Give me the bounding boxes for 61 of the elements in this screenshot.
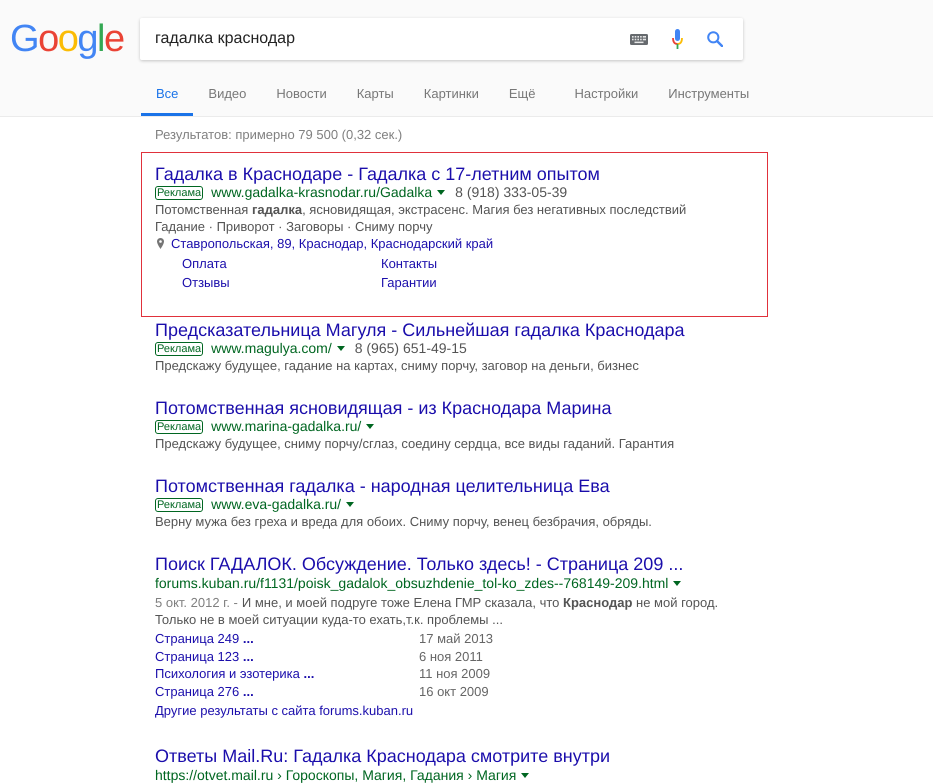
sitelink[interactable]: Отзывы <box>182 273 230 292</box>
ad-label: Реклама <box>155 498 204 512</box>
result-url: www.eva-gadalka.ru/ <box>211 496 342 513</box>
sublink-date: 11 ноя 2009 <box>419 665 490 682</box>
result-snippet: Только не в моей ситуации куда-то ехать,т.к. проблемы ... <box>155 612 503 627</box>
ad-label: Реклама <box>155 342 204 356</box>
tab[interactable]: Все <box>141 76 194 116</box>
sublink[interactable]: Страница 276 ... <box>155 682 254 700</box>
sublink[interactable]: Страница 249 ... <box>155 630 254 648</box>
result-url: www.gadalka-krasnodar.ru/Gadalka <box>211 184 432 201</box>
tab[interactable]: Карты <box>342 76 409 116</box>
logo[interactable]: Google <box>10 18 124 60</box>
result-title[interactable]: Гадалка в Краснодаре - Гадалка с 17-летним опытом <box>155 164 600 184</box>
caret-icon[interactable] <box>673 580 682 586</box>
caret-icon[interactable] <box>521 772 530 778</box>
sublink[interactable]: Страница 123 ... <box>155 648 254 665</box>
result-snippet: И мне, и моей подруге тоже Елена ГМР сказала, что Краснодар не мой город. <box>242 595 718 610</box>
more-results-link[interactable]: Другие результаты с сайта forums.kuban.ru <box>155 702 414 719</box>
menu-button[interactable]: Настройки <box>559 76 654 116</box>
result-snippet: Предскажу будущее, сниму порчу/сглаз, соедину сердца, все виды гаданий. Гарантия <box>155 436 674 451</box>
sublink-date: 16 окт 2009 <box>419 682 489 700</box>
caret-icon[interactable] <box>437 190 446 195</box>
result-snippet: Потомственная гадалка, ясновидящая, экстрасенс. Магия без негативных последствий <box>155 202 686 217</box>
sublink-date: 6 ноя 2011 <box>419 648 483 665</box>
tab[interactable]: Видео <box>193 76 262 116</box>
sitelink[interactable]: Гарантии <box>381 273 437 292</box>
result-snippet: Гадание · Приворот · Заговоры · Сниму порчу <box>155 219 432 234</box>
result-url: www.magulya.com/ <box>211 340 332 357</box>
ad-label: Реклама <box>155 186 204 200</box>
location-pin-icon <box>157 238 164 249</box>
tab[interactable]: Картинки <box>408 76 494 116</box>
result-stats: Результатов: примерно 79 500 (0,32 сек.) <box>155 127 402 143</box>
sitelink[interactable]: Контакты <box>381 254 438 273</box>
result-date: 5 окт. 2012 г. - <box>155 595 238 610</box>
phone-number: 8 (918) 333-05-39 <box>455 184 568 201</box>
sublink[interactable]: Психология и эзотерика ... <box>155 665 314 682</box>
result-title[interactable]: Потомственная гадалка - народная целительница Ева <box>155 476 610 496</box>
menu-button[interactable]: Инструменты <box>653 76 764 116</box>
result-url: https://otvet.mail.ru › Гороскопы, Магия, Гадания › Магия <box>155 766 516 784</box>
microphone-icon[interactable] <box>672 29 683 49</box>
result-snippet: Верну мужа без греха и вреда для обоих. Сниму порчу, венец безбрачия, обряды. <box>155 514 652 529</box>
result-url: forums.kuban.ru/f1131/poisk_gadalok_obsuzhdenie_tol-ko_zdes--768149-209.html <box>155 574 668 592</box>
sitelink[interactable]: Оплата <box>182 254 227 273</box>
result-url: www.marina-gadalka.ru/ <box>211 418 362 435</box>
address-link[interactable]: Ставропольская, 89, Краснодар, Краснодарский край <box>171 236 494 251</box>
result-title[interactable]: Поиск ГАДАЛОК. Обсуждение. Только здесь! - Страница 209 ... <box>155 554 684 574</box>
tab[interactable]: Новости <box>261 76 342 116</box>
result-snippet: Предскажу будущее, гадание на картах, сниму порчу, заговор на деньги, бизнес <box>155 358 639 373</box>
search-icon[interactable] <box>707 31 723 47</box>
caret-icon[interactable] <box>346 502 354 507</box>
result-title[interactable]: Потомственная ясновидящая - из Краснодара Марина <box>155 398 612 418</box>
search-field[interactable]: гадалка краснодар <box>140 18 743 60</box>
ad-label: Реклама <box>155 420 204 434</box>
caret-icon[interactable] <box>366 424 374 429</box>
phone-number: 8 (965) 651-49-15 <box>354 340 467 357</box>
keyboard-icon[interactable] <box>630 34 648 44</box>
result-title[interactable]: Предсказательница Магуля - Сильнейшая гадалка Краснодара <box>155 320 685 340</box>
result-title[interactable]: Ответы Mail.Ru: Гадалка Краснодара смотрите внутри <box>155 746 610 766</box>
tab[interactable]: Ещё <box>494 76 550 116</box>
sublink-date: 17 май 2013 <box>419 630 494 648</box>
caret-icon[interactable] <box>336 346 345 351</box>
